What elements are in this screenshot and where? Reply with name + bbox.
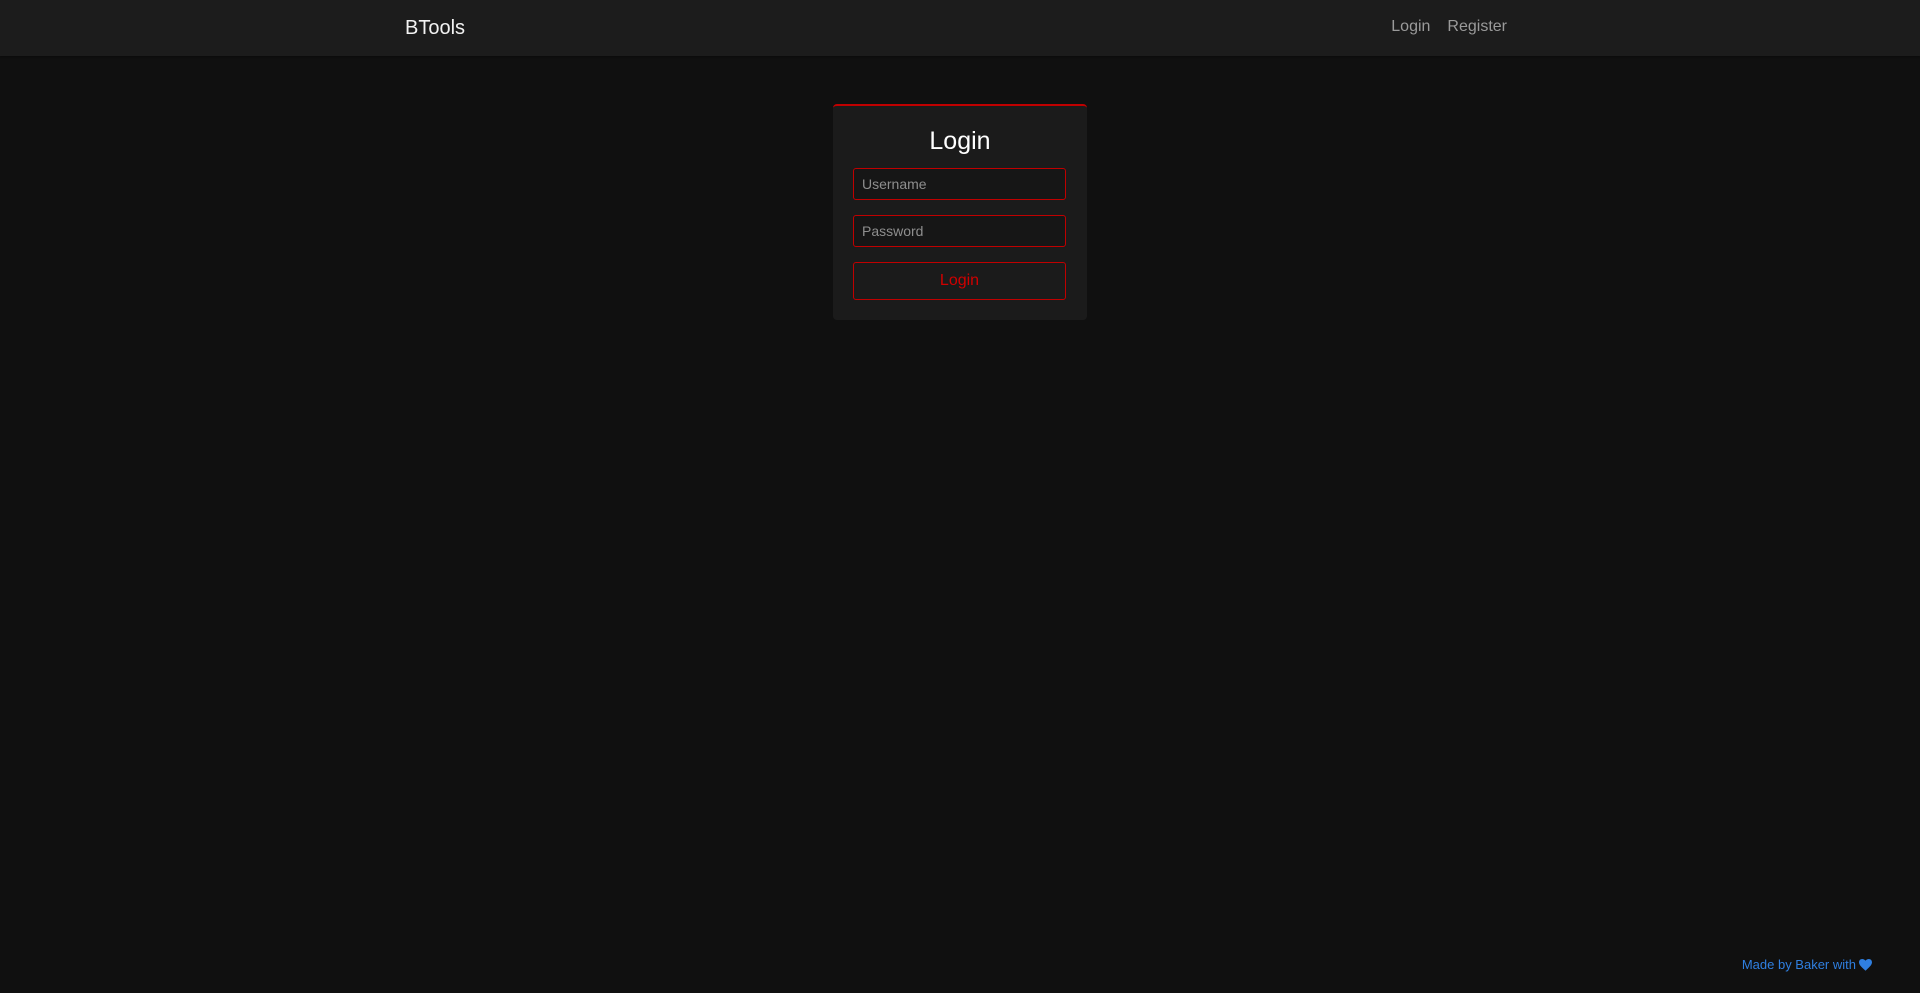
nav-register-link[interactable]: Register (1447, 16, 1507, 38)
heart-icon (1859, 959, 1872, 971)
footer-text: Made by Baker with (1741, 957, 1856, 972)
nav-login-link[interactable]: Login (1391, 16, 1430, 38)
login-card: Login Login (833, 104, 1087, 320)
nav-links: Login Register (1391, 16, 1507, 38)
brand-link[interactable]: BTools (405, 15, 465, 41)
login-button[interactable]: Login (853, 262, 1066, 300)
password-input[interactable] (853, 215, 1066, 247)
top-navbar: BTools Login Register (0, 0, 1920, 56)
login-title: Login (929, 127, 991, 155)
footer-credit: Made by Baker with (1742, 957, 1872, 973)
username-input[interactable] (853, 168, 1066, 200)
